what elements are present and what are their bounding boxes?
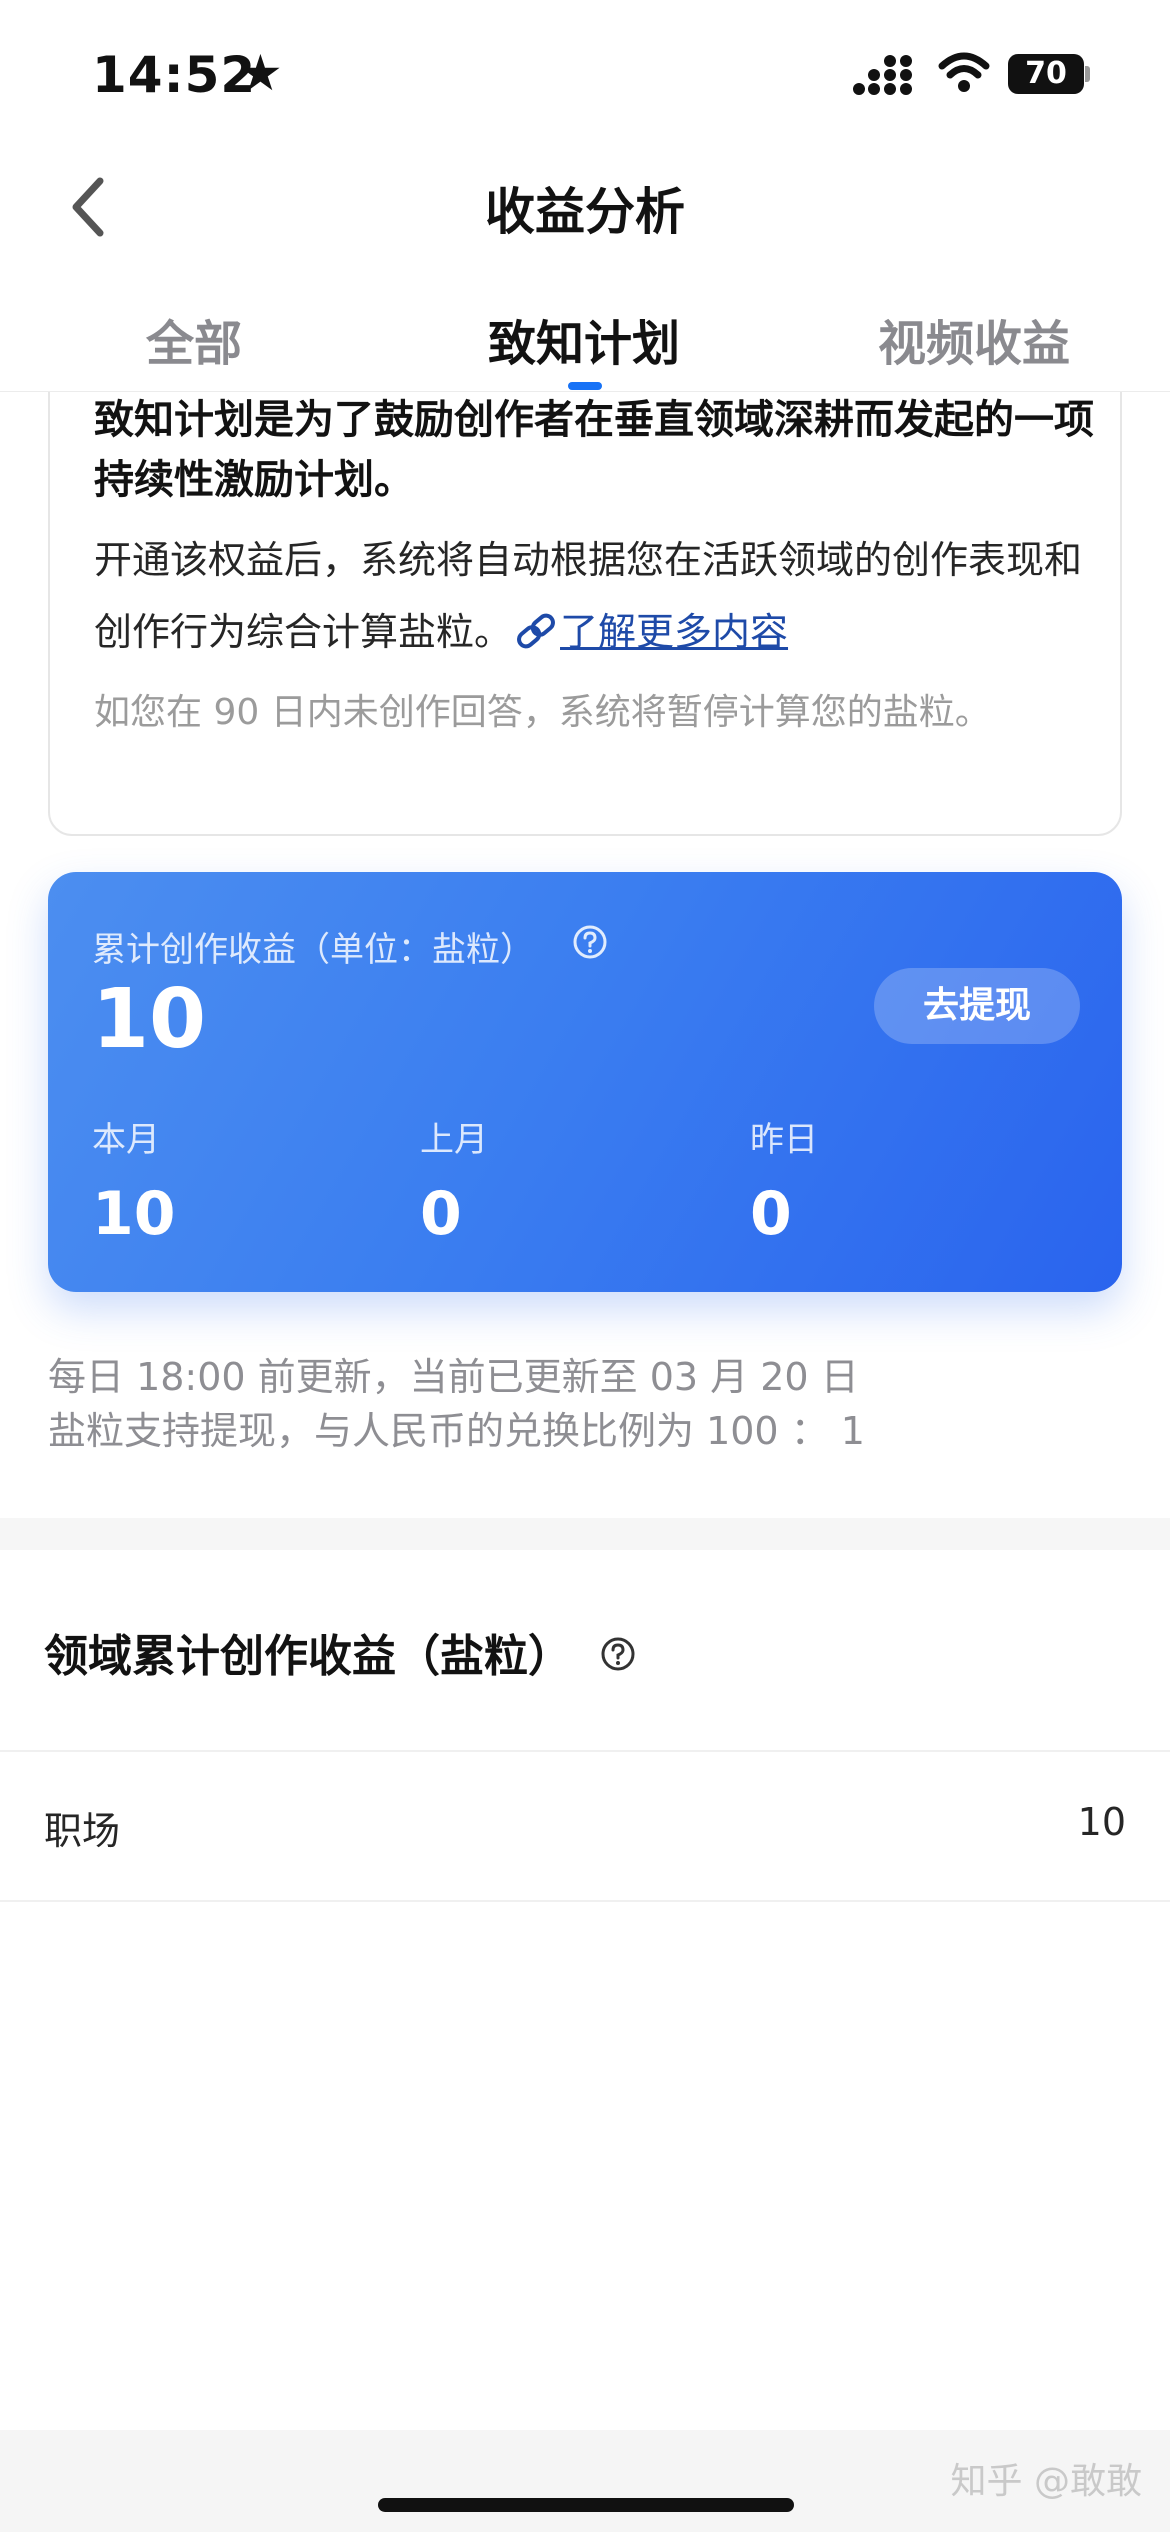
earnings-card: 累计创作收益（单位：盐粒） 10 去提现 本月 10 上月 0 昨日 0 <box>48 872 1122 1292</box>
stat-label: 上月 <box>420 1120 488 1160</box>
stat-label: 昨日 <box>750 1120 818 1160</box>
withdraw-button[interactable]: 去提现 <box>874 968 1080 1044</box>
help-icon[interactable] <box>600 1636 636 1672</box>
domain-name: 职场 <box>44 1809 121 1853</box>
domain-row[interactable]: 职场 10 <box>0 1750 1170 1902</box>
domain-value: 10 <box>1077 1800 1126 1844</box>
nav-bar: 收益分析 <box>0 150 1170 260</box>
learn-more-link[interactable]: 了解更多内容 <box>560 610 788 654</box>
battery-level: 70 <box>1025 56 1067 91</box>
intro-note: 如您在 90 日内未创作回答，系统将暂停计算您的盐粒。 <box>94 692 991 733</box>
domain-section-title: 领域累计创作收益（盐粒） <box>44 1631 572 1682</box>
wifi-icon <box>938 52 990 92</box>
star-icon: ★ <box>238 44 283 102</box>
section-divider <box>0 1518 1170 1550</box>
tab-all[interactable]: 全部 <box>146 304 242 374</box>
tab-video-earnings[interactable]: 视频收益 <box>878 304 1070 374</box>
tab-zhizhi-plan[interactable]: 致知计划 <box>488 304 680 374</box>
update-info: 每日 18:00 前更新，当前已更新至 03 月 20 日 盐粒支持提现，与人民… <box>48 1350 1122 1458</box>
stat-yesterday: 昨日 0 <box>750 1112 1050 1249</box>
exchange-rate-text: 盐粒支持提现，与人民币的兑换比例为 100 ： 1 <box>48 1409 865 1453</box>
update-time-text: 每日 18:00 前更新，当前已更新至 03 月 20 日 <box>48 1355 859 1399</box>
page: 14:52 ★ 70 收益分析 致知计划是为了鼓励创作者在垂直领域深耕而发起的一… <box>0 0 1170 2532</box>
intro-lead: 致知计划是为了鼓励创作者在垂直领域深耕而发起的一项持续性激励计划。 <box>94 397 1094 503</box>
intro-body: 开通该权益后，系统将自动根据您在活跃领域的创作表现和创作行为综合计算盐粒。 了解… <box>94 524 1094 668</box>
earnings-label: 累计创作收益（单位：盐粒） <box>92 930 534 970</box>
link-icon <box>517 613 555 649</box>
signal-icon <box>853 55 912 95</box>
bottom-bar: 知乎 @敢敢 <box>0 2430 1170 2532</box>
stat-last-month: 上月 0 <box>420 1112 720 1249</box>
tab-bar: 全部 致知计划 视频收益 <box>0 280 1170 392</box>
stat-this-month: 本月 10 <box>92 1112 392 1249</box>
battery-icon: 70 <box>1008 54 1090 94</box>
status-time: 14:52 <box>92 46 257 104</box>
help-icon[interactable] <box>572 924 608 960</box>
stat-value: 0 <box>420 1179 462 1249</box>
stat-label: 本月 <box>92 1120 160 1160</box>
stat-value: 10 <box>92 1179 176 1249</box>
page-title: 收益分析 <box>485 183 685 241</box>
status-bar: 14:52 ★ 70 <box>0 0 1170 140</box>
home-indicator[interactable] <box>378 2498 794 2512</box>
stat-value: 0 <box>750 1179 792 1249</box>
watermark: 知乎 @敢敢 <box>950 2461 1142 2502</box>
earnings-total: 10 <box>92 972 207 1067</box>
tab-active-indicator <box>568 382 602 390</box>
